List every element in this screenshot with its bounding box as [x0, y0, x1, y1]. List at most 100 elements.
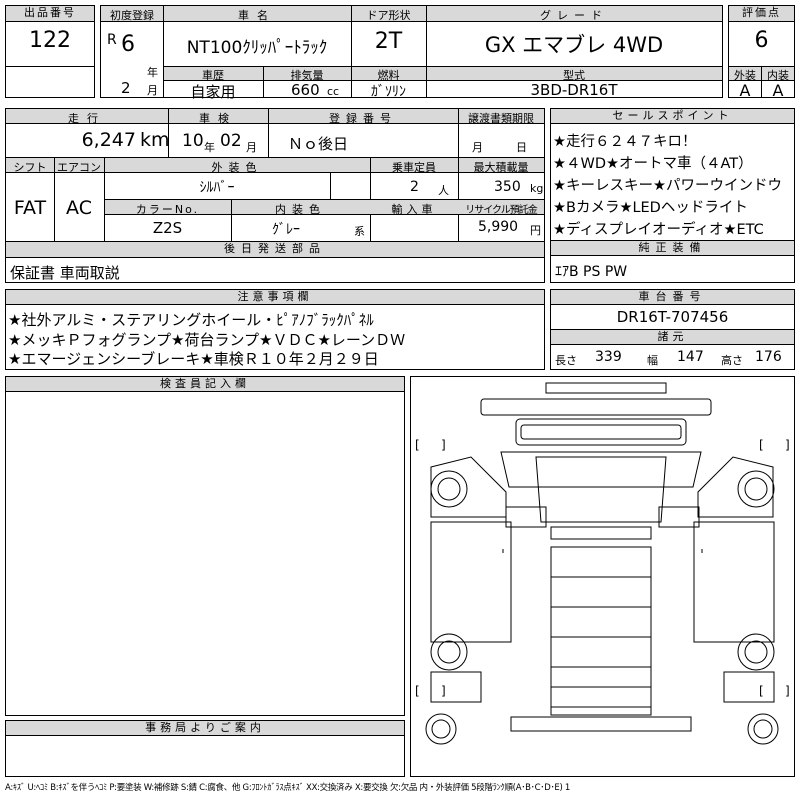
displacement-unit: cc: [327, 85, 340, 98]
first-reg-month: 2: [121, 79, 131, 97]
lot-label: 出品番号: [6, 6, 94, 22]
equipment-box: 純正装備 ｴｱB PS PW: [550, 240, 795, 283]
capacity-label: 乗車定員: [392, 161, 436, 174]
first-reg-label: 初度登録: [110, 9, 154, 22]
svg-text:]: ]: [785, 684, 790, 698]
later-parts-label: 後日発送部品: [6, 242, 544, 257]
mileage-value: 6,247: [81, 129, 136, 151]
notes-label: 注意事項欄: [6, 290, 544, 305]
score-value: 6: [754, 28, 769, 53]
equipment-value: ｴｱB PS PW: [555, 264, 628, 280]
equipment-label: 純正装備: [551, 241, 794, 256]
main-top-box: 初度登録 車名 ドア形状 グレード R 6 年 2 月 NT100ｸﾘｯﾊﾟｰﾄ…: [100, 5, 723, 101]
door-label: ドア形状: [366, 9, 411, 22]
specs-label: 諸元: [551, 330, 794, 345]
interior-grade: A: [772, 81, 784, 100]
svg-text:]: ]: [785, 438, 790, 452]
svg-text:[: [: [759, 684, 764, 698]
transfer-label: 譲渡書類期限: [468, 112, 534, 125]
import-label: 輸入車: [391, 203, 437, 216]
inspector-label: 検査員記入欄: [6, 377, 404, 392]
office-box: 事務局よりご案内: [5, 720, 405, 777]
chassis-label: 車台番号: [551, 290, 794, 305]
exterior-color-value: ｼﾙﾊﾞｰ: [199, 180, 235, 196]
score-label: 評価点: [729, 6, 794, 22]
door-type: 2T: [374, 29, 403, 54]
car-diagram-box: [ ] [ ] [ ] [ ]: [410, 376, 795, 777]
note-line-3: ★エマージェンシーブレーキ★車検Ｒ１０年２月２９日: [8, 350, 379, 368]
height-value: 176: [755, 349, 782, 365]
recycle-label: リサイクル預託金: [465, 205, 538, 216]
sales-point-5: ★ディスプレイオーディオ★ETC: [553, 222, 764, 238]
lot-box: 出品番号 122: [5, 5, 95, 98]
chassis-value: DR16T-707456: [616, 308, 729, 326]
recycle-value: 5,990: [478, 219, 519, 235]
reg-no-value: Ｎｏ後日: [288, 135, 349, 153]
grade-label: グレード: [540, 9, 608, 22]
first-reg-month-unit: 月: [147, 84, 158, 97]
sales-points-box: セールスポイント ★走行６２４７キロ！ ★４WD★オートマ車（４AT） ★キーレ…: [550, 108, 795, 241]
note-line-1: ★社外アルミ・ステアリングホイール・ﾋﾟｱﾉﾌﾞﾗｯｸﾊﾟﾈﾙ: [8, 311, 374, 329]
note-line-2: ★メッキＰフォグランプ★荷台ランプ★ＶＤＣ★レーンＤＷ: [8, 331, 406, 349]
inspection-month: 02: [220, 131, 242, 151]
svg-text:]: ]: [441, 684, 446, 698]
color-no-value: Z2S: [152, 219, 183, 237]
era-letter: R: [107, 32, 117, 48]
length-value: 339: [595, 349, 622, 365]
aircon-label: エアコン: [57, 161, 101, 174]
inspection-year: 10: [182, 131, 204, 151]
exterior-grade: A: [739, 81, 751, 100]
fuel-value: ｶﾞｿﾘﾝ: [371, 84, 406, 100]
width-value: 147: [677, 349, 704, 365]
transfer-day-unit: 日: [516, 141, 527, 154]
interior-color-label: 内装色: [275, 203, 326, 216]
transfer-month-unit: 月: [472, 141, 483, 154]
car-name: NT100ｸﾘｯﾊﾟｰﾄﾗｯｸ: [186, 38, 328, 58]
sales-points-label: セールスポイント: [551, 109, 794, 124]
max-load-unit: kg: [530, 182, 544, 195]
width-label: 幅: [647, 354, 658, 367]
car-name-label: 車名: [238, 9, 276, 22]
svg-text:[: [: [759, 438, 764, 452]
sales-point-2: ★４WD★オートマ車（４AT）: [553, 156, 753, 172]
max-load-value: 350: [494, 179, 521, 195]
later-parts-value: 保証書 車両取説: [10, 264, 120, 282]
notes-box: 注意事項欄 ★社外アルミ・ステアリングホイール・ﾋﾟｱﾉﾌﾞﾗｯｸﾊﾟﾈﾙ ★メ…: [5, 289, 545, 370]
first-reg-year-unit: 年: [147, 66, 158, 79]
car-diagram: [ ] [ ] [ ] [ ]: [415, 382, 790, 745]
height-label: 高さ: [721, 354, 743, 367]
interior-color-value: ｸﾞﾚｰ: [272, 222, 300, 238]
svg-text:]: ]: [441, 438, 446, 452]
details-box: 走行 車検 登録番号 譲渡書類期限 6,247 km 10 年 02 月 Ｎｏ後…: [5, 108, 545, 258]
inspection-month-unit: 月: [246, 141, 257, 154]
office-label: 事務局よりご案内: [6, 721, 404, 736]
chassis-box: 車台番号 DR16T-707456 諸元 長さ 339 幅 147 高さ 176: [550, 289, 795, 370]
inspection-year-unit: 年: [204, 141, 215, 154]
reg-no-label: 登録番号: [329, 112, 397, 125]
legend-text: A:ｷｽﾞ U:ﾍｺﾐ B:ｷｽﾞを伴うﾍｺﾐ P:要塗装 W:補修跡 S:錆 …: [5, 783, 571, 793]
score-box: 評価点 6 外装 内装 A A: [728, 5, 795, 100]
first-reg-year: 6: [121, 32, 135, 57]
history-value: 自家用: [190, 83, 236, 101]
max-load-label: 最大積載量: [473, 161, 529, 174]
length-label: 長さ: [555, 354, 577, 367]
displacement-value: 660: [291, 81, 320, 99]
svg-text:[: [: [415, 438, 420, 452]
svg-text:[: [: [415, 684, 420, 698]
interior-color-unit: 系: [354, 225, 365, 238]
later-parts-box: 保証書 車両取説: [5, 257, 545, 283]
mileage-unit: km: [140, 129, 170, 151]
sales-point-3: ★キーレスキー★パワーウインドウ: [553, 178, 782, 194]
shift-label: シフト: [13, 161, 47, 174]
capacity-unit: 人: [438, 184, 449, 197]
sales-point-4: ★Bカメラ★LEDヘッドライト: [553, 200, 748, 216]
mileage-label: 走行: [68, 112, 106, 125]
recycle-unit: 円: [530, 224, 541, 237]
sales-point-1: ★走行６２４７キロ！: [553, 134, 697, 150]
inspection-label: 車検: [199, 112, 237, 125]
shift-value: FAT: [13, 197, 47, 219]
lot-number: 122: [29, 28, 71, 53]
inspector-box: 検査員記入欄: [5, 376, 405, 716]
color-no-label: カラーNo.: [135, 203, 200, 216]
aircon-value: AC: [66, 197, 92, 219]
